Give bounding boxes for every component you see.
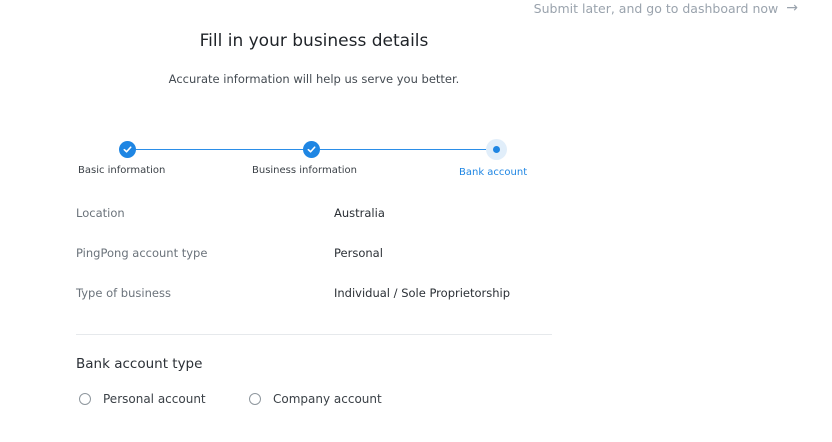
business-type-label: Type of business [76, 286, 171, 300]
personal-account-label: Personal account [103, 392, 206, 406]
page-title: Fill in your business details [199, 31, 429, 51]
progress-stepper: Basic information Business information B… [0, 138, 620, 188]
stepper-connector [320, 149, 488, 150]
skip-link-label: Submit later, and go to dashboard now [533, 0, 779, 16]
radio-circle-icon[interactable] [79, 393, 91, 405]
step-current-indicator [486, 139, 507, 160]
check-icon [307, 146, 316, 153]
step-label-basic-information: Basic information [78, 165, 166, 176]
location-value: Australia [334, 206, 385, 220]
company-account-radio[interactable]: Company account [249, 392, 382, 406]
arrow-right-icon: → [786, 0, 798, 16]
radio-circle-icon[interactable] [249, 393, 261, 405]
step-label-business-information: Business information [252, 165, 357, 176]
personal-account-radio[interactable]: Personal account [79, 392, 206, 406]
account-type-value: Personal [334, 246, 383, 260]
account-type-label: PingPong account type [76, 246, 208, 260]
company-account-label: Company account [273, 392, 382, 406]
section-divider [76, 334, 552, 335]
step-label-bank-account: Bank account [459, 167, 528, 178]
step-completed-indicator [119, 141, 136, 158]
bank-account-type-heading: Bank account type [76, 356, 203, 372]
business-type-value: Individual / Sole Proprietorship [334, 286, 511, 300]
stepper-connector [136, 149, 303, 150]
check-icon [123, 146, 132, 153]
step-completed-indicator [303, 141, 320, 158]
page-subtitle: Accurate information will help us serve … [168, 72, 460, 86]
skip-to-dashboard-link[interactable]: Submit later, and go to dashboard now → [534, 0, 798, 16]
current-step-dot [493, 146, 500, 153]
business-details-page: Submit later, and go to dashboard now → … [0, 0, 832, 442]
location-label: Location [76, 206, 125, 220]
